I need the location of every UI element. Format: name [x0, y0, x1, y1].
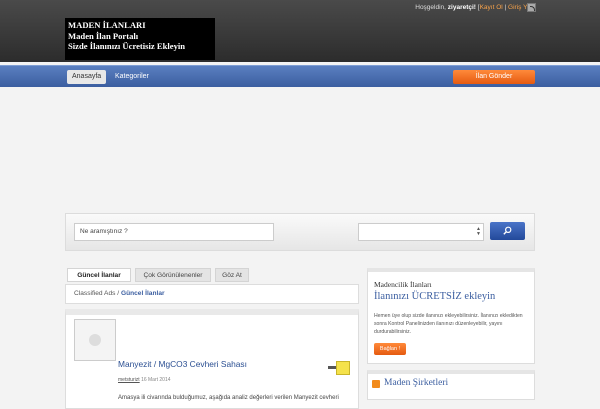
listing-description: Amasya ili civarında bulduğumuz, aşağıda…	[118, 395, 339, 401]
category-select[interactable]: ▲ ▼	[358, 223, 484, 241]
companies-title[interactable]: Maden Şirketleri	[384, 378, 448, 388]
listing-date: 16 Mart 2014	[141, 377, 171, 383]
user-links: Hoşgeldin, ziyaretçi! [Kayıt Ol | Giriş …	[415, 4, 536, 11]
rss-icon[interactable]	[527, 3, 536, 12]
post-ad-button[interactable]: İlan Gönder	[453, 70, 535, 84]
sidebar-subtitle: İlanınızı ÜCRETSİZ ekleyin	[374, 291, 496, 302]
tab-browse[interactable]: Göz At	[215, 268, 249, 282]
breadcrumb-separator: /	[117, 290, 120, 297]
top-header: Hoşgeldin, ziyaretçi! [Kayıt Ol | Giriş …	[0, 0, 600, 62]
tab-most-viewed[interactable]: Çok Görünülenenler	[135, 268, 211, 282]
breadcrumb-current: Güncel İlanlar	[120, 290, 165, 297]
listing-meta: metsturizt 16 Mart 2014	[118, 377, 171, 383]
search-button[interactable]	[490, 222, 525, 240]
select-arrows-icon: ▲ ▼	[476, 226, 481, 237]
greeting-text: Hoşgeldin,	[415, 4, 446, 11]
listing-thumbnail[interactable]	[74, 319, 116, 361]
sidebar-promo: Madencilik İlanları İlanınızı ÜCRETSİZ e…	[367, 268, 535, 364]
register-link[interactable]: Kayıt Ol	[480, 4, 503, 11]
breadcrumb-root[interactable]: Classified Ads	[74, 290, 115, 297]
main-nav: Anasayfa Kategoriler İlan Gönder	[0, 65, 600, 87]
connect-button[interactable]: Bağlan !	[374, 343, 406, 355]
price-tag-icon	[328, 361, 354, 375]
sidebar-text: Hemen üye olup sizde ilanınızı ekleyebil…	[374, 313, 523, 335]
separator: |	[504, 4, 507, 11]
image-placeholder-icon	[89, 334, 101, 346]
listing-title[interactable]: Manyezit / MgCO3 Cevheri Sahası	[118, 359, 247, 369]
logo-line-1: MADEN İLANLARI	[68, 20, 146, 30]
logo-line-3: Sizde İlanınızı Ücretisiz Ekleyin	[68, 41, 186, 51]
listing-item: Manyezit / MgCO3 Cevheri Sahası metsturi…	[65, 309, 359, 409]
breadcrumb: Classified Ads / Güncel İlanlar	[65, 284, 359, 304]
search-icon	[503, 226, 512, 235]
search-bar: Ne aramıştınız ? ▲ ▼	[65, 213, 535, 251]
companies-widget: Maden Şirketleri	[367, 370, 535, 400]
sidebar-title: Madencilik İlanları	[374, 280, 432, 289]
nav-item-categories[interactable]: Kategoriler	[110, 70, 154, 84]
search-input[interactable]: Ne aramıştınız ?	[74, 223, 274, 241]
username: ziyaretçi!	[447, 4, 476, 11]
site-logo[interactable]: MADEN İLANLARI Maden İlan Portalı Sizde …	[65, 18, 215, 60]
nav-item-home[interactable]: Anasayfa	[67, 70, 107, 84]
rss-icon[interactable]	[372, 380, 380, 388]
logo-line-2: Maden İlan Portalı	[68, 30, 139, 41]
tab-latest[interactable]: Güncel İlanlar	[67, 268, 131, 282]
listing-author[interactable]: metsturizt	[118, 377, 140, 383]
